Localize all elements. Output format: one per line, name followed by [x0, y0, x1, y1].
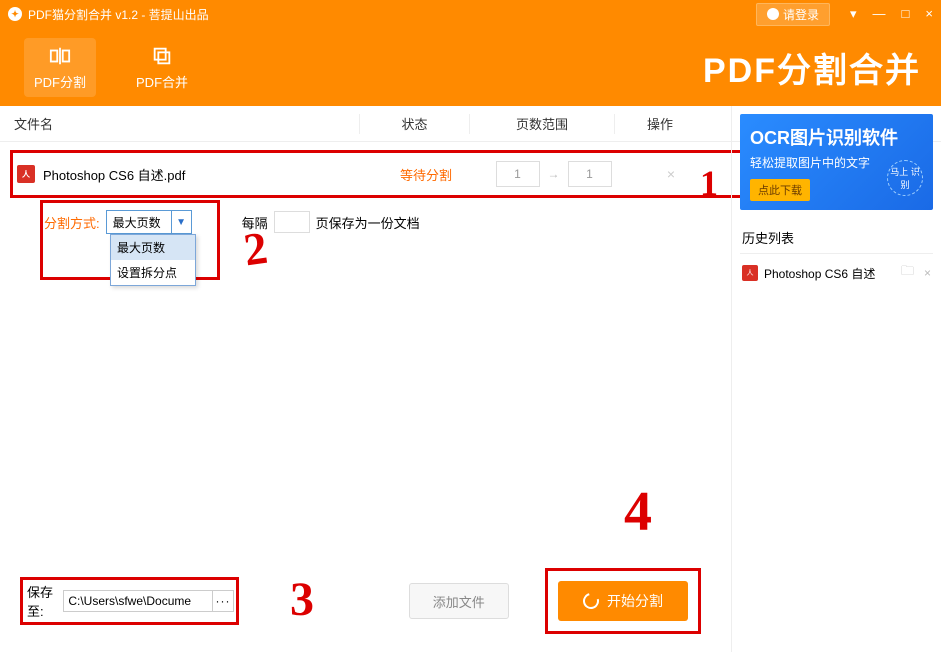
col-status: 状态: [360, 114, 470, 134]
every-suffix: 页保存为一份文档: [316, 213, 420, 232]
window-controls: ▾ — □ ×: [850, 6, 933, 22]
every-label: 每隔: [242, 213, 268, 232]
promo-banner[interactable]: OCR图片识别软件 轻松提取图片中的文字 点此下载 马上 识别: [740, 114, 933, 210]
refresh-icon: [580, 590, 602, 612]
add-file-button[interactable]: 添加文件: [409, 583, 509, 619]
login-button[interactable]: 请登录: [756, 3, 830, 26]
pdf-icon: 人: [17, 165, 35, 183]
user-icon: [767, 8, 779, 20]
window-title: PDF猫分割合并 v1.2 - 菩提山出品: [28, 6, 209, 23]
col-filename: 文件名: [12, 114, 360, 134]
open-folder-icon[interactable]: 🗀: [901, 262, 914, 284]
annotation-box-4: 开始分割: [545, 568, 701, 634]
split-method-dropdown: 最大页数 设置拆分点: [110, 234, 196, 286]
save-to-label: 保存至:: [27, 582, 57, 620]
right-sidebar: OCR图片识别软件 轻松提取图片中的文字 点此下载 马上 识别 历史列表 人 P…: [731, 106, 941, 652]
page-to-input[interactable]: 1: [568, 161, 612, 187]
history-title: 历史列表: [740, 222, 933, 254]
chevron-down-icon[interactable]: ▼: [171, 211, 191, 233]
col-action: 操作: [615, 114, 705, 134]
history-item-name: Photoshop CS6 自述: [764, 265, 895, 282]
footer-bar: 保存至: ··· 添加文件 开始分割: [10, 568, 711, 634]
file-name: Photoshop CS6 自述.pdf: [43, 165, 371, 184]
merge-icon: [150, 44, 174, 68]
page-from-input[interactable]: 1: [496, 161, 540, 187]
tab-split[interactable]: PDF分割: [24, 38, 96, 97]
split-method-label: 分割方式:: [44, 213, 100, 232]
login-label: 请登录: [783, 6, 819, 23]
dropdown-icon[interactable]: ▾: [850, 6, 857, 22]
start-split-button[interactable]: 开始分割: [558, 581, 688, 621]
every-pages-input[interactable]: [274, 211, 310, 233]
close-button[interactable]: ×: [925, 6, 933, 22]
promo-download-button[interactable]: 点此下载: [750, 179, 810, 201]
tab-merge-label: PDF合并: [136, 72, 188, 91]
remove-file-button[interactable]: ×: [626, 166, 716, 182]
promo-title: OCR图片识别软件: [750, 124, 923, 150]
start-label: 开始分割: [607, 591, 663, 611]
dropdown-option-max-pages[interactable]: 最大页数: [111, 235, 195, 260]
app-icon: ✦: [8, 7, 22, 21]
delete-history-icon[interactable]: ×: [924, 266, 931, 280]
arrow-icon: →: [548, 167, 560, 181]
tab-split-label: PDF分割: [34, 72, 86, 91]
annotation-4: 4: [624, 480, 652, 544]
dropdown-option-split-points[interactable]: 设置拆分点: [111, 260, 195, 285]
title-bar: ✦ PDF猫分割合并 v1.2 - 菩提山出品 请登录 ▾ — □ ×: [0, 0, 941, 28]
file-status: 等待分割: [371, 165, 481, 184]
split-icon: [48, 44, 72, 68]
maximize-button[interactable]: □: [902, 6, 910, 22]
save-to-group: 保存至: ···: [20, 577, 239, 625]
main-tabs: PDF分割 PDF合并: [24, 38, 198, 97]
minimize-button[interactable]: —: [873, 6, 886, 22]
pdf-icon: 人: [742, 265, 758, 281]
promo-badge: 马上 识别: [887, 160, 923, 196]
browse-button[interactable]: ···: [213, 590, 233, 612]
col-range: 页数范围: [470, 114, 615, 134]
select-value: 最大页数: [107, 214, 171, 231]
split-method-select[interactable]: 最大页数 ▼: [106, 210, 192, 234]
app-header: PDF分割 PDF合并 PDF分割合并: [0, 28, 941, 106]
history-item[interactable]: 人 Photoshop CS6 自述 🗀 ×: [740, 254, 933, 292]
save-path-input[interactable]: [63, 590, 213, 612]
tab-merge[interactable]: PDF合并: [126, 38, 198, 97]
brand-title: PDF分割合并: [703, 43, 921, 92]
file-page-range: 1 → 1: [481, 161, 626, 187]
